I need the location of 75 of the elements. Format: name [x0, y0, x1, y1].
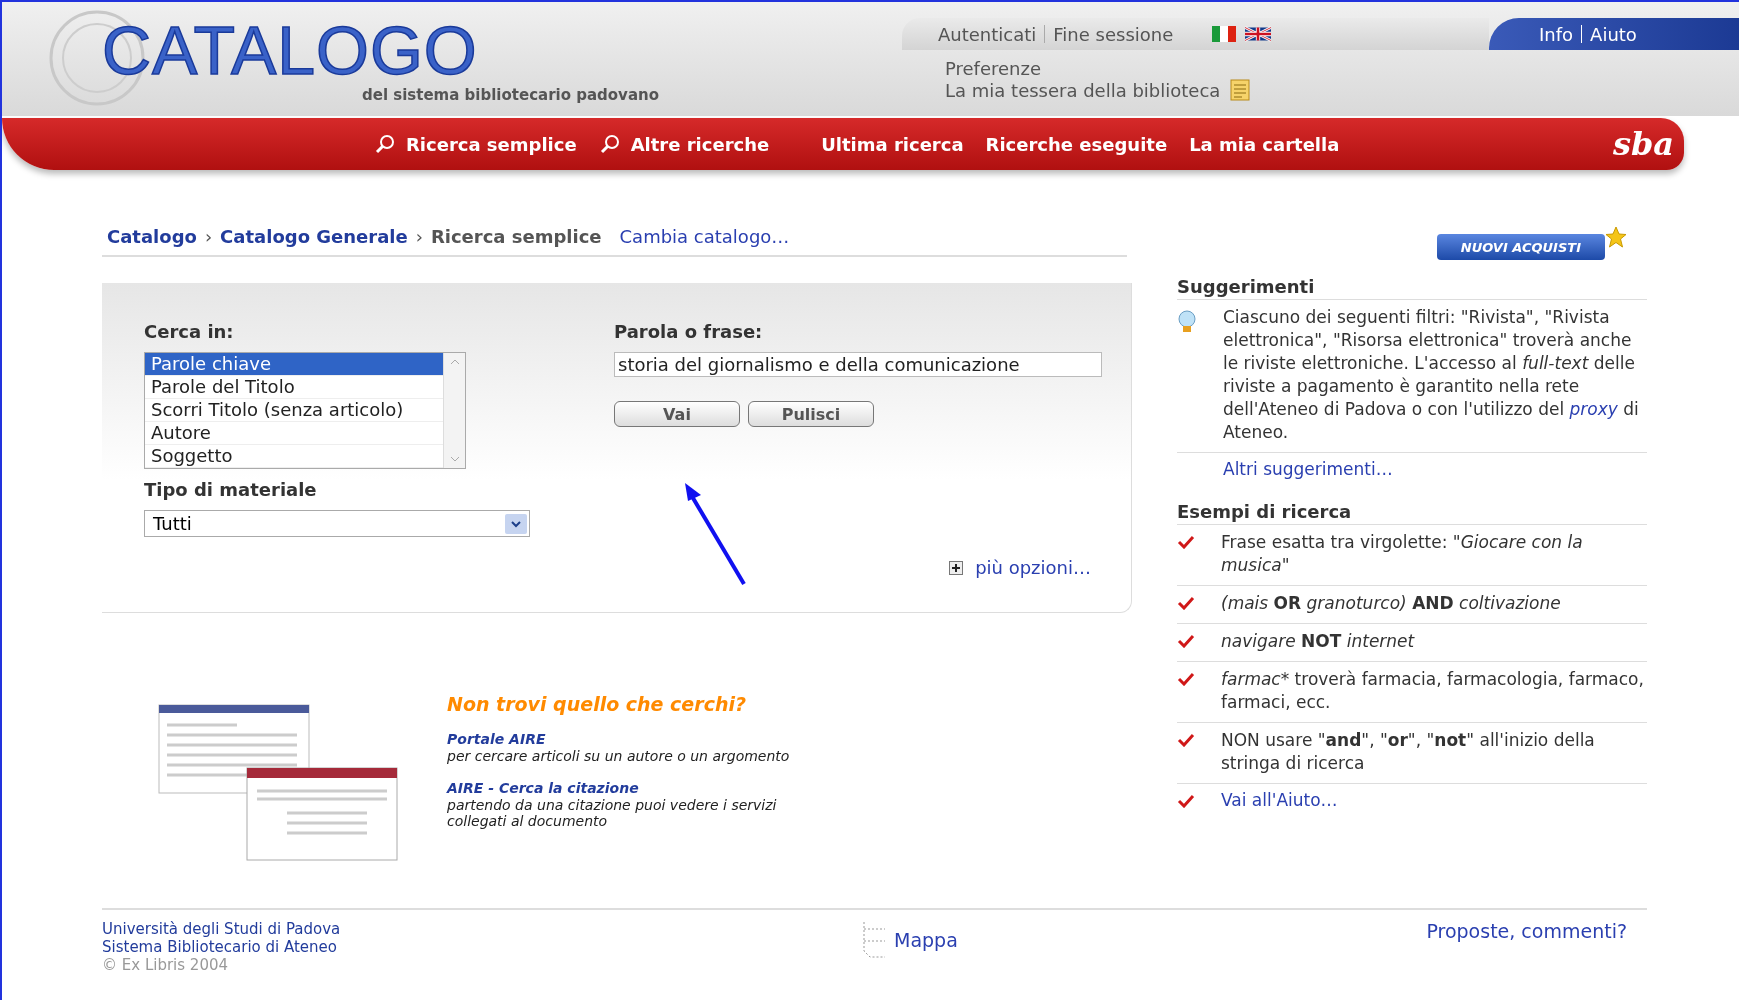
- sitemap-link[interactable]: Mappa: [862, 920, 958, 960]
- uk-flag-icon: [1245, 26, 1272, 42]
- feedback-link[interactable]: Proposte, commenti?: [1426, 920, 1627, 974]
- example-text: Frase esatta tra virgolette: "Giocare con la musica": [1221, 531, 1584, 577]
- nav-link[interactable]: Ultima ricerca: [821, 133, 964, 155]
- search-icon: [598, 133, 621, 155]
- nav-link[interactable]: Ricerca semplice: [374, 133, 577, 155]
- example-text: NON usare "and", "or", "not" all'inizio della stringa di ricerca: [1221, 729, 1596, 775]
- help-link[interactable]: Aiuto: [1590, 23, 1637, 45]
- search-icon: [374, 133, 396, 155]
- copyright-text: © Ex Libris 2004: [102, 956, 230, 974]
- nav-link[interactable]: Altre ricerche: [598, 133, 770, 155]
- session-link[interactable]: Autenticati: [938, 23, 1037, 45]
- checkmark-icon: [1177, 634, 1195, 648]
- breadcrumb-separator: ›: [204, 226, 213, 247]
- help-link[interactable]: Vai all'Aiuto…: [1221, 790, 1338, 810]
- more-tips-link[interactable]: Altri suggerimenti…: [1223, 459, 1393, 479]
- lightbulb-icon: [1177, 310, 1197, 334]
- checkmark-icon: [1177, 535, 1195, 549]
- section-heading: Suggerimenti: [1177, 276, 1647, 300]
- plus-icon: [949, 560, 964, 575]
- user-link[interactable]: Preferenze: [945, 58, 1042, 79]
- session-link[interactable]: Fine sessione: [1053, 23, 1174, 45]
- star-icon: [1605, 226, 1627, 248]
- listbox-option[interactable]: Autore: [145, 422, 443, 445]
- nav-link[interactable]: La mia cartella: [1189, 133, 1340, 155]
- checkmark-icon: [1177, 596, 1195, 610]
- form-button[interactable]: Pulisci: [748, 401, 874, 427]
- change-catalog-link[interactable]: Cambia catalogo…: [619, 226, 790, 247]
- field-label: Tipo di materiale: [144, 479, 318, 500]
- logo-title[interactable]: CATALOGO: [102, 16, 902, 84]
- card-icon: [1230, 79, 1251, 101]
- breadcrumb-separator: ›: [415, 226, 423, 247]
- italy-flag-icon: [1211, 26, 1238, 42]
- brand-logo[interactable]: sba: [1612, 125, 1674, 163]
- listbox-option[interactable]: Parole chiave: [145, 353, 443, 376]
- breadcrumb-link[interactable]: Catalogo: [107, 226, 197, 247]
- more-options-link[interactable]: più opzioni…: [949, 557, 1091, 578]
- breadcrumb-link[interactable]: Catalogo Generale: [220, 226, 408, 247]
- promo-description: partendo da una citazione puoi vedere i servizi collegati al documento: [447, 797, 778, 829]
- scroll-down-icon: [449, 456, 460, 462]
- example-text: (mais OR granoturco) AND coltivazione: [1221, 592, 1561, 615]
- query-input[interactable]: storia del giornalismo e della comunicazione: [614, 352, 1102, 377]
- help-link[interactable]: Info: [1539, 23, 1574, 45]
- scroll-up-icon: [449, 359, 460, 365]
- user-link[interactable]: La mia tessera della biblioteca: [945, 79, 1221, 101]
- section-heading: Esempi di ricerca: [1177, 501, 1647, 525]
- example-text: farmac* troverà farmacia, farmacologia, farmaco, farmaci, ecc.: [1221, 668, 1645, 714]
- checkmark-icon: [1177, 794, 1195, 808]
- promo-link[interactable]: AIRE - Cerca la citazione: [447, 780, 639, 796]
- promo-heading: Non trovi quello che cerchi?: [447, 693, 747, 715]
- logo-subtitle: del sistema bibliotecario padovano: [362, 86, 660, 104]
- example-text: navigare NOT internet: [1221, 630, 1415, 653]
- checkmark-icon: [1177, 672, 1195, 686]
- material-select[interactable]: Tutti: [144, 510, 530, 537]
- scope-listbox[interactable]: Parole chiave Parole del Titolo Scorri Titolo (senza articolo) Autore Soggetto: [144, 352, 466, 469]
- footer-link[interactable]: Università degli Studi di Padova: [102, 920, 862, 938]
- listbox-option[interactable]: Scorri Titolo (senza articolo): [145, 399, 443, 422]
- tip-text: Ciascuno dei seguenti filtri: "Rivista", "Rivista elettronica", "Risorsa elettronica" troverà anche le riviste elettroniche. L'accesso al full-text delle riviste a pagamento è garantito nella rete dell'Ateneo di Padova o con l'utilizzo del proxy di Ateneo.: [1223, 306, 1640, 444]
- promo-description: per cercare articoli su un autore o un argomento: [447, 748, 791, 764]
- checkmark-icon: [1177, 733, 1195, 747]
- listbox-option[interactable]: Soggetto: [145, 445, 443, 468]
- dropdown-icon: [505, 513, 527, 534]
- promo-link[interactable]: Portale AIRE: [447, 731, 546, 747]
- breadcrumb-current: Ricerca semplice: [430, 226, 602, 247]
- scrollbar[interactable]: [443, 353, 465, 468]
- new-acquisitions-button[interactable]: NUOVI ACQUISTI: [1436, 234, 1605, 260]
- form-button[interactable]: Vai: [614, 401, 740, 427]
- nav-link[interactable]: Ricerche eseguite: [985, 133, 1168, 155]
- field-label: Parola o frase:: [614, 321, 764, 342]
- field-label: Cerca in:: [144, 321, 235, 342]
- listbox-option[interactable]: Parole del Titolo: [145, 376, 443, 399]
- footer-link[interactable]: Sistema Bibliotecario di Ateneo: [102, 938, 862, 956]
- sitemap-icon: [862, 921, 886, 959]
- proxy-link[interactable]: proxy: [1569, 399, 1618, 419]
